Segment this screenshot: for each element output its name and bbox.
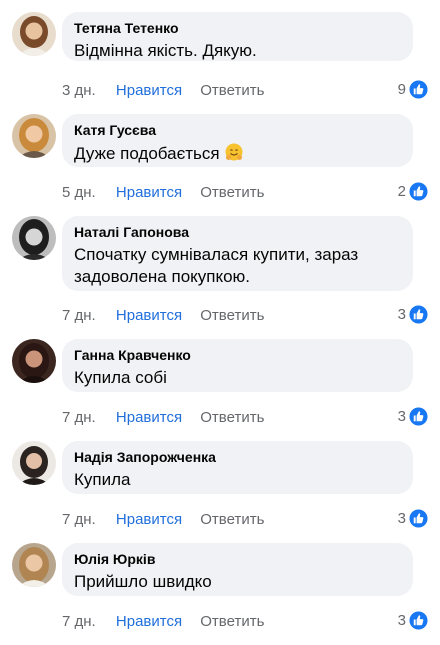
comment-actions: 7 дн. Нравится Ответить [62,511,264,529]
comment-bubble: Наталі Гапонова Спочатку сумнівалася куп… [62,216,413,291]
like-reaction-icon [409,407,428,426]
comment-bubble: Тетяна Тетенко Відмінна якість. Дякую. [62,12,413,61]
reply-link[interactable]: Ответить [200,307,264,324]
like-link[interactable]: Нравится [116,409,182,426]
reaction-summary[interactable]: 3 [398,407,428,426]
comment-author[interactable]: Юлія Юрків [74,551,401,568]
comment-bubble: Ганна Кравченко Купила собі [62,339,413,392]
like-reaction-icon [409,182,428,201]
like-link[interactable]: Нравится [116,511,182,528]
avatar[interactable] [12,441,56,485]
like-reaction-icon [409,611,428,630]
comment-time[interactable]: 7 дн. [62,511,96,528]
like-link[interactable]: Нравится [116,613,182,630]
reaction-summary[interactable]: 2 [398,182,428,201]
comment-actions: 7 дн. Нравится Ответить [62,307,264,325]
reply-link[interactable]: Ответить [200,409,264,426]
avatar[interactable] [12,543,56,587]
reaction-count: 9 [397,80,406,98]
like-reaction-icon [409,509,428,528]
comment-text: Купила [74,470,131,489]
reply-link[interactable]: Ответить [200,613,264,630]
reply-link[interactable]: Ответить [200,184,264,201]
comment-bubble: Катя Гусєва Дуже подобається [62,114,413,167]
comment-author[interactable]: Катя Гусєва [74,122,401,139]
hugging-face-icon [224,142,244,168]
comment-author[interactable]: Надія Запорожченка [74,449,401,466]
comment-author[interactable]: Ганна Кравченко [74,347,401,364]
reaction-count: 3 [397,305,406,323]
comment-text: Дуже подобається [74,142,401,168]
comment-actions: 3 дн. Нравится Ответить [62,82,264,100]
like-link[interactable]: Нравится [116,82,182,99]
reply-link[interactable]: Ответить [200,511,264,528]
comment-text: Відмінна якість. Дякую. [74,41,257,60]
comment-time[interactable]: 7 дн. [62,613,96,630]
comment-time[interactable]: 3 дн. [62,82,96,99]
reaction-summary[interactable]: 3 [398,509,428,528]
like-link[interactable]: Нравится [116,184,182,201]
comment-actions: 5 дн. Нравится Ответить [62,184,264,202]
like-link[interactable]: Нравится [116,307,182,324]
reaction-count: 3 [397,611,406,629]
avatar[interactable] [12,114,56,158]
avatar[interactable] [12,339,56,383]
comment-text: Прийшло швидко [74,572,212,591]
reaction-count: 3 [397,407,406,425]
like-reaction-icon [409,80,428,99]
reaction-count: 2 [397,182,406,200]
comment-bubble: Юлія Юрків Прийшло швидко [62,543,413,596]
reaction-summary[interactable]: 3 [398,305,428,324]
reaction-summary[interactable]: 9 [398,80,428,99]
comment-author[interactable]: Тетяна Тетенко [74,20,401,37]
comment-time[interactable]: 7 дн. [62,307,96,324]
comment-actions: 7 дн. Нравится Ответить [62,409,264,427]
avatar[interactable] [12,216,56,260]
comment-text-content: Дуже подобається [74,144,220,163]
comment-bubble: Надія Запорожченка Купила [62,441,413,494]
reaction-count: 3 [397,509,406,527]
comment-author[interactable]: Наталі Гапонова [74,224,401,241]
comment-time[interactable]: 7 дн. [62,409,96,426]
comment-text: Купила собі [74,368,167,387]
reply-link[interactable]: Ответить [200,82,264,99]
comment-actions: 7 дн. Нравится Ответить [62,613,264,631]
avatar[interactable] [12,12,56,56]
comment-time[interactable]: 5 дн. [62,184,96,201]
reaction-summary[interactable]: 3 [398,611,428,630]
like-reaction-icon [409,305,428,324]
comment-text: Спочатку сумнівалася купити, зараз задов… [74,245,359,286]
